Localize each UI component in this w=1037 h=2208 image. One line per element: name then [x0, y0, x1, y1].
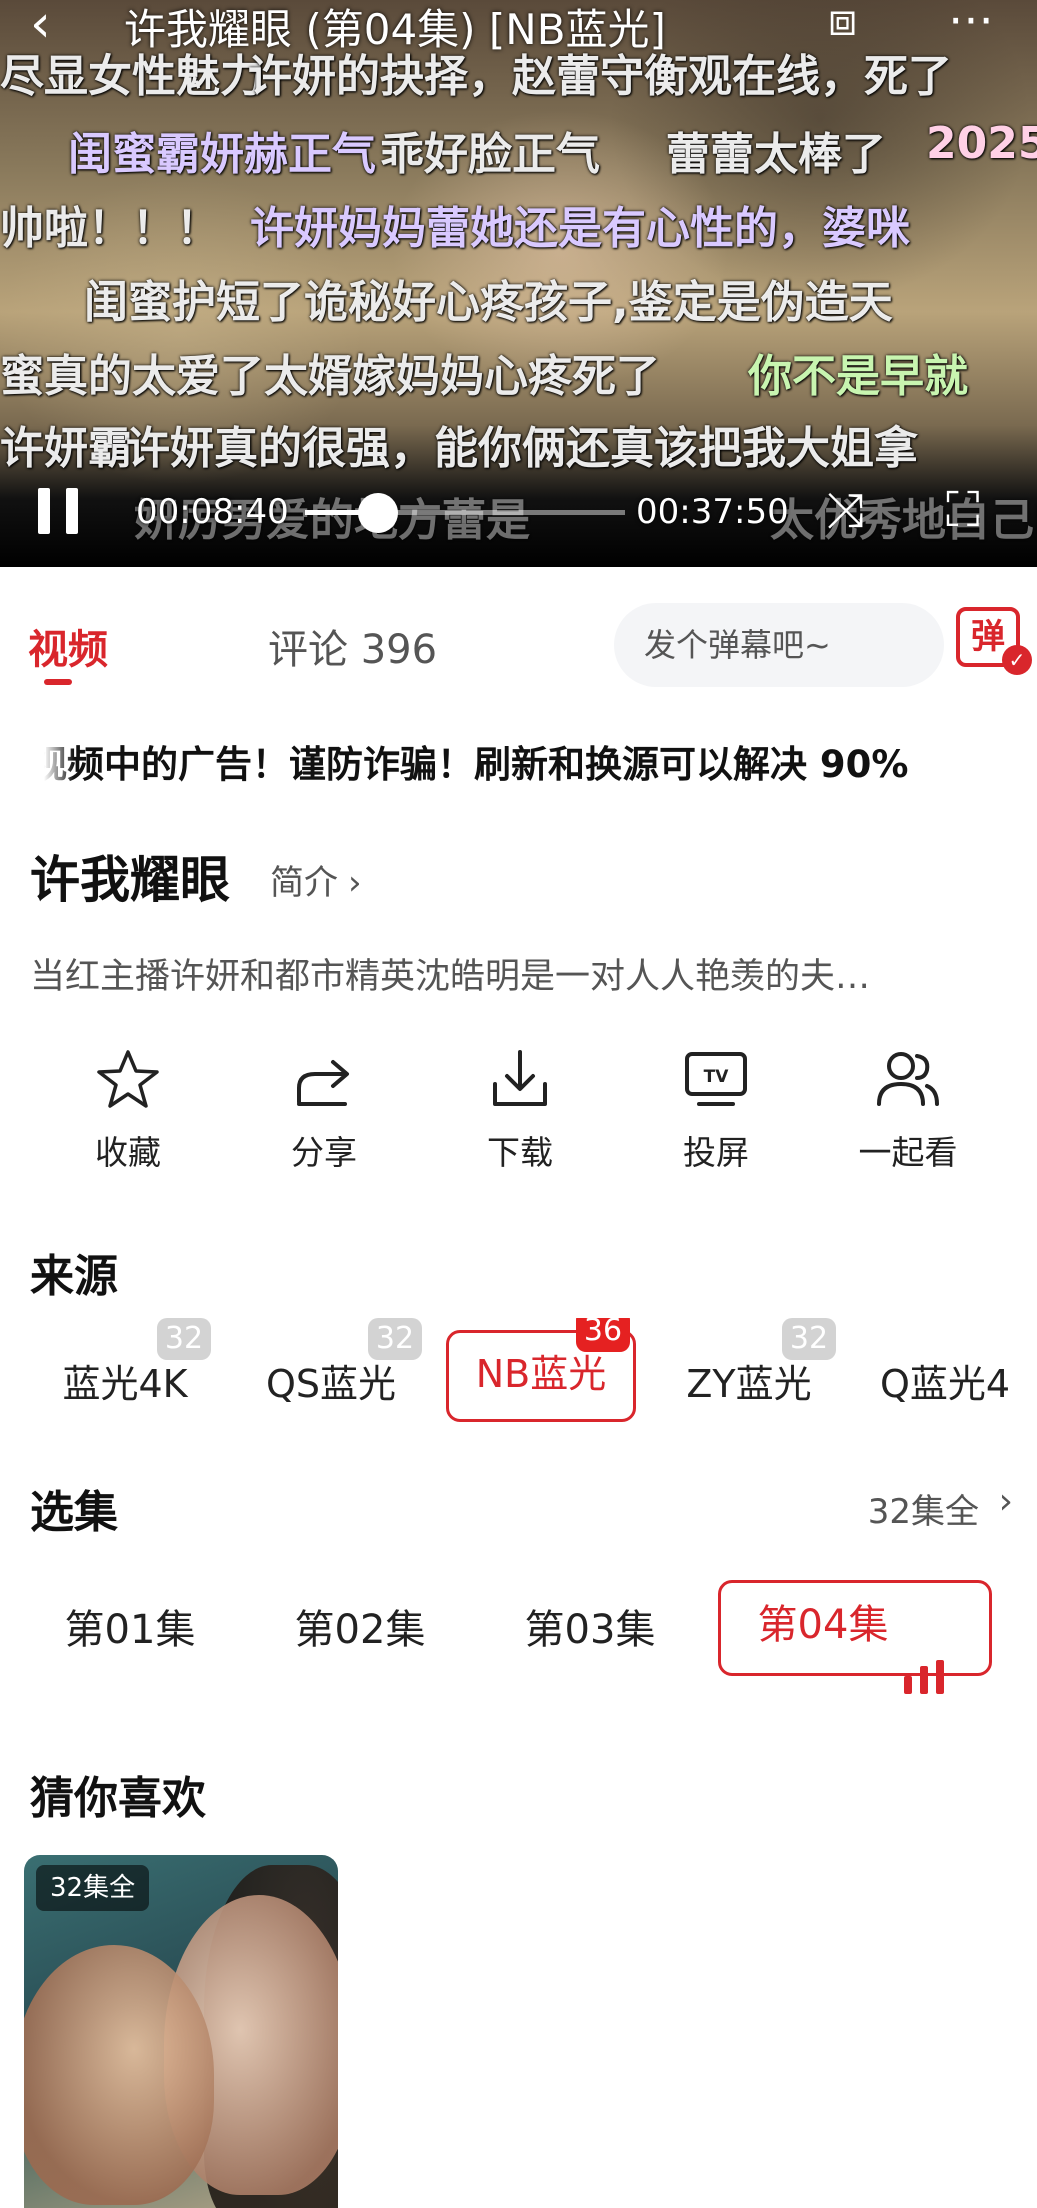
episode-item[interactable]: 第01集	[40, 1585, 220, 1675]
notice-fade-left	[44, 730, 74, 786]
scrolling-notice: 视频中的广告！谨防诈骗！刷新和换源可以解决 90%	[44, 730, 1000, 786]
watch-together-button[interactable]: 一起看	[810, 1048, 1006, 1174]
current-time: 00:08:40	[136, 492, 289, 532]
cast-button[interactable]: TV 投屏	[618, 1048, 814, 1174]
notice-text: 视频中的广告！谨防诈骗！刷新和换源可以解决 90%	[44, 743, 909, 786]
chevron-right-icon: ›	[348, 863, 362, 903]
danmaku-line: 闺蜜护短了诡秘好心疼孩子,鉴定是伪造天	[84, 277, 893, 328]
show-description[interactable]: 当红主播许妍和都市精英沈皓明是一对人人艳羡的夫…	[30, 948, 1010, 999]
source-list: 蓝光4K 32 QS蓝光 32 NB蓝光 36 ZY蓝光 32 Q蓝光4	[0, 1318, 1037, 1428]
download-label: 下载	[487, 1133, 553, 1172]
chevron-right-icon[interactable]: ›	[999, 1481, 1013, 1522]
player-title: 许我耀眼 (第04集) [NB蓝光]	[124, 5, 666, 54]
intro-link-label: 简介	[270, 863, 338, 903]
source-count-badge: 32	[368, 1318, 422, 1360]
danmaku-line: 2025	[926, 118, 1037, 169]
danmaku-line: 许妍妈妈蕾她还是有心性的，婆咪	[250, 203, 910, 254]
total-time: 00:37:50	[636, 492, 789, 532]
download-icon	[493, 1050, 547, 1106]
share-label: 分享	[291, 1133, 357, 1172]
episode-item[interactable]: 第02集	[270, 1585, 450, 1675]
recommend-section-title: 猜你喜欢	[30, 1773, 206, 1824]
danmaku-line: 许妍真的很强，能你俩还真该把我大姐拿	[126, 423, 918, 474]
danmaku-toggle-label: 弹	[971, 617, 1005, 657]
download-button[interactable]: 下载	[422, 1048, 618, 1174]
tv-cast-icon: TV	[685, 1052, 747, 1106]
action-bar: 收藏 分享 下载 TV 投屏 一起看	[0, 1048, 1037, 1178]
episode-count-badge: 32集全	[36, 1865, 150, 1911]
progress-thumb[interactable]	[358, 493, 399, 533]
danmaku-line: 许妍霸	[0, 423, 132, 474]
episodes-section-title: 选集	[30, 1487, 118, 1538]
source-count-badge: 32	[782, 1318, 836, 1360]
player-top-bar: ‹ 许我耀眼 (第04集) [NB蓝光] ⧈ ⋯	[0, 0, 1037, 60]
watch-together-icon	[877, 1052, 939, 1106]
danmaku-line: 蕾蕾太棒了	[666, 129, 886, 180]
source-label: NB蓝光	[475, 1352, 607, 1396]
favorite-label: 收藏	[95, 1133, 161, 1172]
check-icon: ✓	[1002, 645, 1032, 675]
pause-icon[interactable]	[38, 488, 84, 534]
svg-text:TV: TV	[704, 1067, 730, 1087]
danmaku-line: 你不是早就	[748, 351, 968, 402]
source-count-badge: 36	[576, 1318, 630, 1352]
episode-item[interactable]: 第03集	[500, 1585, 680, 1675]
share-icon	[297, 1060, 349, 1106]
source-option[interactable]: Q蓝光4	[880, 1340, 1037, 1428]
source-label: ZY蓝光	[686, 1362, 812, 1406]
notice-fade-right	[960, 730, 1000, 786]
tab-comments[interactable]: 评论 396	[268, 617, 437, 675]
intro-link[interactable]: 简介 ›	[270, 855, 362, 904]
fullscreen-icon[interactable]: ⛶	[946, 482, 980, 539]
favorite-button[interactable]: 收藏	[30, 1048, 226, 1174]
tab-bar: 视频 评论 396 发个弹幕吧~ 弹 ✓	[0, 567, 1037, 687]
source-count-badge: 32	[157, 1318, 211, 1360]
star-icon	[97, 1050, 159, 1108]
source-label: QS蓝光	[265, 1362, 397, 1406]
source-label: Q蓝光4	[880, 1362, 1011, 1406]
all-episodes-link[interactable]: 32集全	[868, 1484, 979, 1533]
watch-together-label: 一起看	[858, 1133, 958, 1172]
recommend-card[interactable]: 32集全	[24, 1855, 338, 2208]
episode-label: 第04集	[757, 1602, 889, 1648]
player-controls: 00:08:40 00:37:50 ⤨ ⛶	[0, 470, 1037, 550]
back-icon[interactable]: ‹	[30, 0, 51, 54]
tab-video[interactable]: 视频	[28, 617, 108, 675]
screen-mode-icon[interactable]: ⧈	[828, 0, 857, 48]
episode-item-selected[interactable]: 第04集	[718, 1580, 992, 1694]
now-playing-icon	[904, 1610, 952, 1694]
danmaku-line: 蜜真的太爱了太婿嫁妈妈心疼死了	[0, 351, 660, 402]
danmaku-line: 帅啦！！！	[0, 203, 220, 254]
poster-art	[24, 1945, 214, 2205]
cast-label: 投屏	[683, 1133, 749, 1172]
danmaku-line: 闺蜜霸妍赫正气	[68, 129, 376, 180]
show-title: 许我耀眼	[30, 851, 230, 909]
share-button[interactable]: 分享	[226, 1048, 422, 1174]
source-label: 蓝光4K	[62, 1362, 188, 1406]
loop-icon[interactable]: ⤨	[826, 482, 864, 539]
source-section-title: 来源	[30, 1251, 118, 1302]
video-player[interactable]: 尽显女性魅力 许妍的抉择，赵蕾守衡观在线，死了 闺蜜霸妍赫正气 乖好脸正气 蕾蕾…	[0, 0, 1037, 567]
danmaku-input[interactable]: 发个弹幕吧~	[614, 603, 944, 687]
more-icon[interactable]: ⋯	[948, 0, 994, 46]
danmaku-line: 乖好脸正气	[380, 129, 600, 180]
tab-active-indicator	[44, 679, 72, 685]
progress-bar[interactable]	[305, 510, 625, 515]
danmaku-toggle-button[interactable]: 弹 ✓	[956, 607, 1032, 675]
